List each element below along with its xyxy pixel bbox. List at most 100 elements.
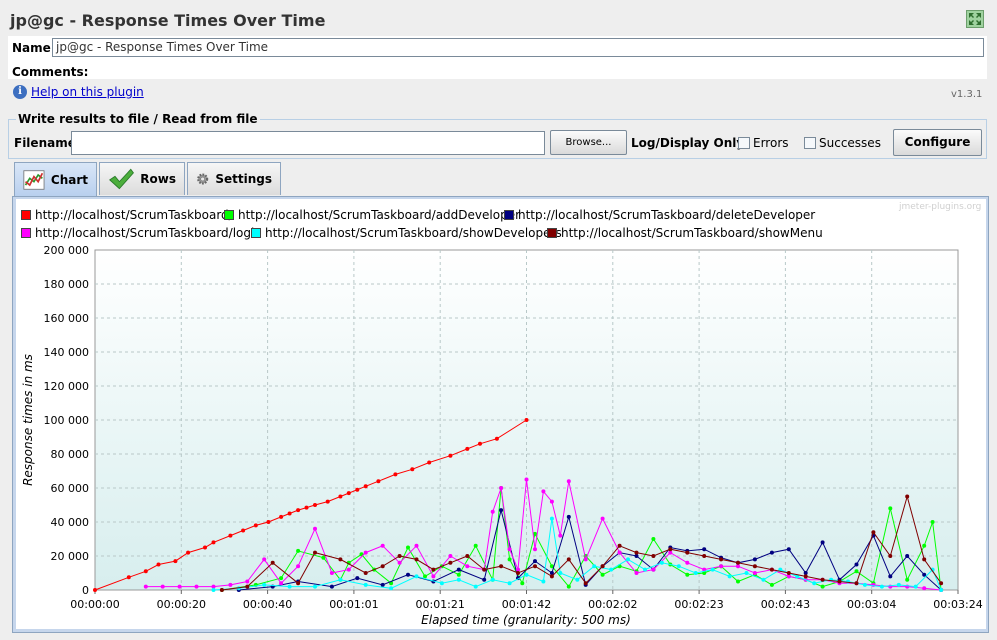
x-tick-label: 00:00:20 xyxy=(157,598,206,611)
data-point xyxy=(296,548,301,553)
help-link[interactable]: Help on this plugin xyxy=(31,85,144,99)
log-display-label: Log/Display Only: xyxy=(631,136,749,150)
maximize-icon[interactable] xyxy=(966,10,984,28)
legend-item: http://localhost/ScrumTaskboard/ xyxy=(21,208,233,222)
data-point xyxy=(854,569,859,574)
data-point xyxy=(507,547,512,552)
data-point xyxy=(736,579,740,584)
data-point xyxy=(194,584,199,589)
x-tick-label: 00:01:21 xyxy=(415,598,464,611)
x-tick-label: 00:00:00 xyxy=(70,598,119,611)
data-point xyxy=(448,554,453,558)
data-point xyxy=(905,554,910,558)
data-point xyxy=(296,508,301,513)
x-axis-label: Elapsed time (granularity: 500 ms) xyxy=(421,613,631,627)
legend-label: http://localhost/ScrumTaskboard/addDevel… xyxy=(238,208,521,222)
y-tick-label: 100 000 xyxy=(44,414,90,427)
data-point xyxy=(600,564,605,569)
data-point xyxy=(456,577,461,582)
data-point xyxy=(380,582,385,587)
data-point xyxy=(270,560,275,565)
data-point xyxy=(346,567,351,572)
data-point xyxy=(702,547,707,552)
legend-swatch xyxy=(504,210,514,220)
y-tick-label: 0 xyxy=(82,584,89,597)
data-point xyxy=(465,564,470,569)
data-point xyxy=(325,499,330,504)
data-point xyxy=(296,581,301,586)
data-point xyxy=(913,584,918,589)
data-point xyxy=(617,550,622,555)
data-point xyxy=(465,554,470,558)
tab-chart[interactable]: Chart xyxy=(14,162,97,197)
data-point xyxy=(245,579,250,584)
data-point xyxy=(313,503,317,507)
legend-label: http://localhost/ScrumTaskboard/login xyxy=(35,226,262,240)
filename-input[interactable] xyxy=(71,131,545,155)
help-row: i Help on this plugin xyxy=(13,85,144,99)
data-point xyxy=(427,460,432,465)
data-point xyxy=(533,547,537,552)
y-axis-label: Response times in ms xyxy=(21,354,35,486)
data-point xyxy=(693,571,698,575)
data-point xyxy=(173,559,178,564)
response-times-chart: 0 20 000 40 000 60 000 80 000 100 000 120 000 1… xyxy=(21,244,983,627)
tab-rows-label: Rows xyxy=(140,172,176,186)
data-point xyxy=(414,557,419,562)
data-point xyxy=(177,584,182,589)
successes-checkbox[interactable] xyxy=(804,137,816,149)
data-point xyxy=(803,574,808,579)
data-point xyxy=(888,506,893,511)
data-point xyxy=(549,516,554,521)
data-point xyxy=(634,550,639,555)
data-point xyxy=(93,588,97,592)
data-point xyxy=(896,582,901,587)
browse-button[interactable]: Browse... xyxy=(550,130,627,155)
data-point xyxy=(228,582,233,587)
legend-label: http://localhost/ScrumTaskboard/deleteDe… xyxy=(518,208,816,222)
legend-item: http://localhost/ScrumTaskboard/login xyxy=(21,226,262,240)
configure-button[interactable]: Configure xyxy=(893,129,982,156)
data-point xyxy=(626,557,630,562)
tab-settings[interactable]: Settings xyxy=(187,162,281,195)
data-point xyxy=(541,579,546,584)
data-point xyxy=(219,588,224,592)
data-point xyxy=(321,555,326,560)
data-point xyxy=(744,571,749,575)
data-point xyxy=(533,559,537,564)
data-point xyxy=(702,554,707,558)
data-point xyxy=(930,520,935,524)
checkmark-icon xyxy=(109,168,134,190)
data-point xyxy=(363,550,368,555)
data-point xyxy=(329,571,334,575)
tab-rows[interactable]: Rows xyxy=(99,162,185,195)
data-point xyxy=(524,477,529,482)
data-point xyxy=(566,479,571,484)
legend-label: http://localhost/ScrumTaskboard/ xyxy=(35,208,233,222)
y-tick-label: 180 000 xyxy=(44,278,90,291)
y-tick-label: 160 000 xyxy=(44,312,90,325)
data-point xyxy=(786,571,791,575)
legend-label: http://localhost/ScrumTaskboard/showMenu xyxy=(561,226,823,240)
data-point xyxy=(397,560,402,565)
data-point xyxy=(499,486,504,490)
data-point xyxy=(456,572,461,577)
data-point xyxy=(490,577,495,582)
data-point xyxy=(600,516,605,521)
data-point xyxy=(668,547,673,552)
data-point xyxy=(659,560,664,565)
x-tick-label: 00:03:24 xyxy=(933,598,982,611)
data-point xyxy=(253,523,258,528)
data-point xyxy=(862,582,867,587)
errors-checkbox[interactable] xyxy=(738,137,750,149)
data-point xyxy=(685,550,690,555)
data-point xyxy=(478,441,482,446)
data-point xyxy=(287,584,292,589)
data-point xyxy=(414,543,419,548)
data-point xyxy=(410,467,415,472)
name-field[interactable]: jp@gc - Response Times Over Time xyxy=(52,38,984,57)
data-point xyxy=(490,509,495,514)
data-point xyxy=(685,560,690,565)
data-point xyxy=(186,550,191,555)
data-point xyxy=(414,574,419,579)
